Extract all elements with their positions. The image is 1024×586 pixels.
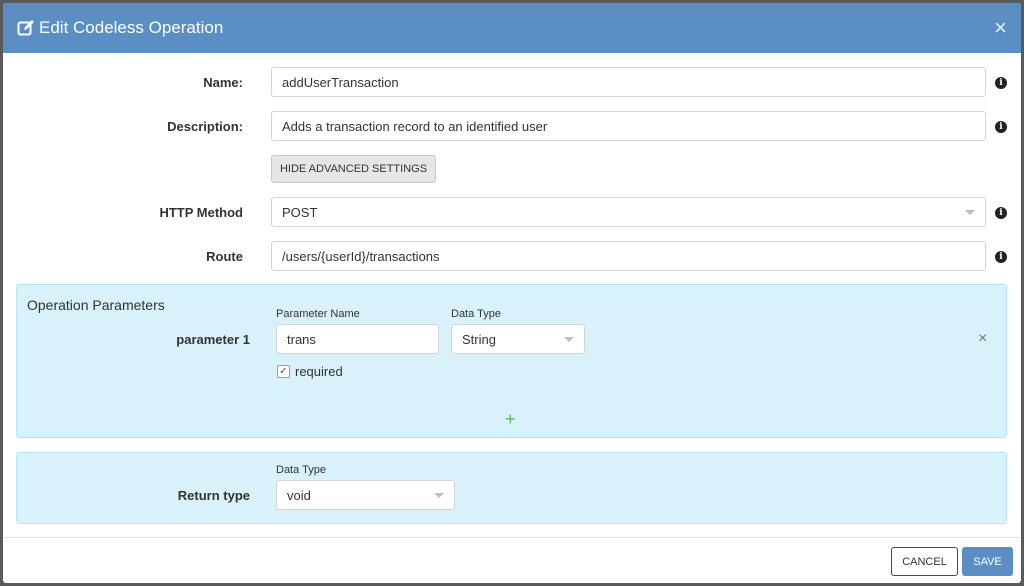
name-value: addUserTransaction bbox=[282, 74, 399, 90]
route-field[interactable]: /users/{userId}/transactions bbox=[271, 241, 986, 271]
chevron-down-icon bbox=[564, 337, 574, 342]
dialog-footer bbox=[3, 537, 1021, 583]
route-value: /users/{userId}/transactions bbox=[282, 248, 440, 264]
operation-parameters-panel: Operation Parameters Parameter Name Data… bbox=[16, 284, 1007, 438]
http-method-select[interactable]: POST bbox=[271, 197, 986, 227]
parameter-name-header: Parameter Name bbox=[276, 308, 360, 320]
description-label: Description: bbox=[167, 119, 243, 134]
operation-parameters-title: Operation Parameters bbox=[27, 297, 165, 313]
required-checkbox[interactable]: ✓ bbox=[277, 365, 290, 378]
name-info-icon[interactable]: i bbox=[995, 77, 1007, 89]
dialog-header: Edit Codeless Operation × bbox=[3, 3, 1021, 53]
chevron-down-icon bbox=[965, 210, 975, 215]
parameter-data-type-select[interactable]: String bbox=[451, 324, 585, 354]
name-label: Name: bbox=[203, 75, 243, 90]
route-label: Route bbox=[206, 249, 243, 264]
description-info-icon[interactable]: i bbox=[995, 121, 1007, 133]
chevron-down-icon bbox=[434, 493, 444, 498]
route-info-icon[interactable]: i bbox=[995, 251, 1007, 263]
cancel-button[interactable]: CANCEL bbox=[891, 547, 958, 576]
http-method-label: HTTP Method bbox=[159, 205, 243, 220]
add-parameter-icon[interactable]: + bbox=[505, 409, 516, 430]
parameter-data-type-value: String bbox=[462, 331, 496, 347]
return-type-label: Return type bbox=[177, 488, 250, 503]
description-field[interactable]: Adds a transaction record to an identifi… bbox=[271, 111, 986, 141]
dialog-title: Edit Codeless Operation bbox=[39, 18, 224, 37]
return-data-type-header: Data Type bbox=[276, 464, 326, 476]
save-button[interactable]: SAVE bbox=[962, 547, 1013, 576]
return-type-value: void bbox=[287, 487, 311, 503]
edit-operation-dialog: Edit Codeless Operation × Name: addUserT… bbox=[3, 3, 1021, 583]
description-value: Adds a transaction record to an identifi… bbox=[282, 118, 548, 134]
parameter-name-field[interactable]: trans bbox=[276, 324, 439, 354]
http-method-info-icon[interactable]: i bbox=[995, 207, 1007, 219]
remove-parameter-icon[interactable]: × bbox=[978, 330, 987, 348]
return-type-panel: Data Type Return type void bbox=[16, 452, 1007, 524]
parameter-1-label: parameter 1 bbox=[176, 332, 250, 347]
return-type-select[interactable]: void bbox=[276, 480, 455, 510]
http-method-value: POST bbox=[282, 204, 318, 220]
required-label: required bbox=[295, 364, 343, 379]
parameter-name-value: trans bbox=[287, 331, 316, 347]
edit-icon bbox=[17, 20, 34, 36]
close-icon[interactable]: × bbox=[994, 17, 1007, 39]
data-type-header: Data Type bbox=[451, 308, 501, 320]
hide-advanced-settings-button[interactable]: HIDE ADVANCED SETTINGS bbox=[271, 155, 436, 183]
name-field[interactable]: addUserTransaction bbox=[271, 67, 986, 97]
